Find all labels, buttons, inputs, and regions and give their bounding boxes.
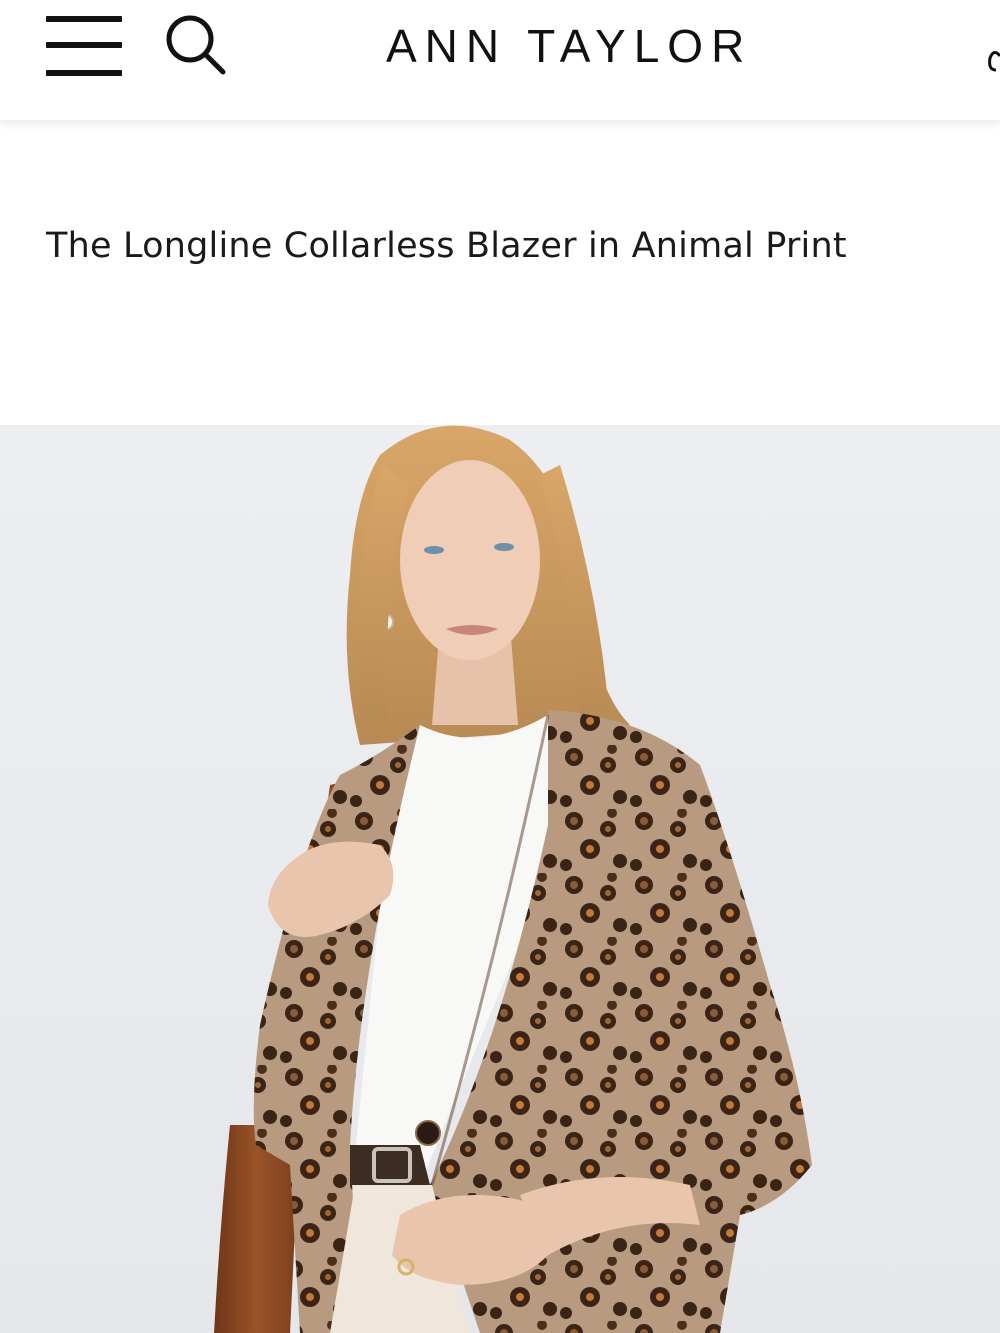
search-icon[interactable] (162, 12, 228, 76)
menu-line (46, 42, 122, 48)
menu-line (46, 70, 122, 76)
brand-logo[interactable]: ANN TAYLOR (386, 18, 816, 74)
hamburger-menu-icon[interactable] (46, 14, 122, 78)
menu-line (46, 16, 122, 22)
shopping-bag-icon[interactable] (986, 38, 1000, 78)
site-header: ANN TAYLOR (0, 0, 1000, 120)
product-title: The Longline Collarless Blazer in Animal… (46, 226, 847, 266)
product-image[interactable] (0, 425, 1000, 1333)
